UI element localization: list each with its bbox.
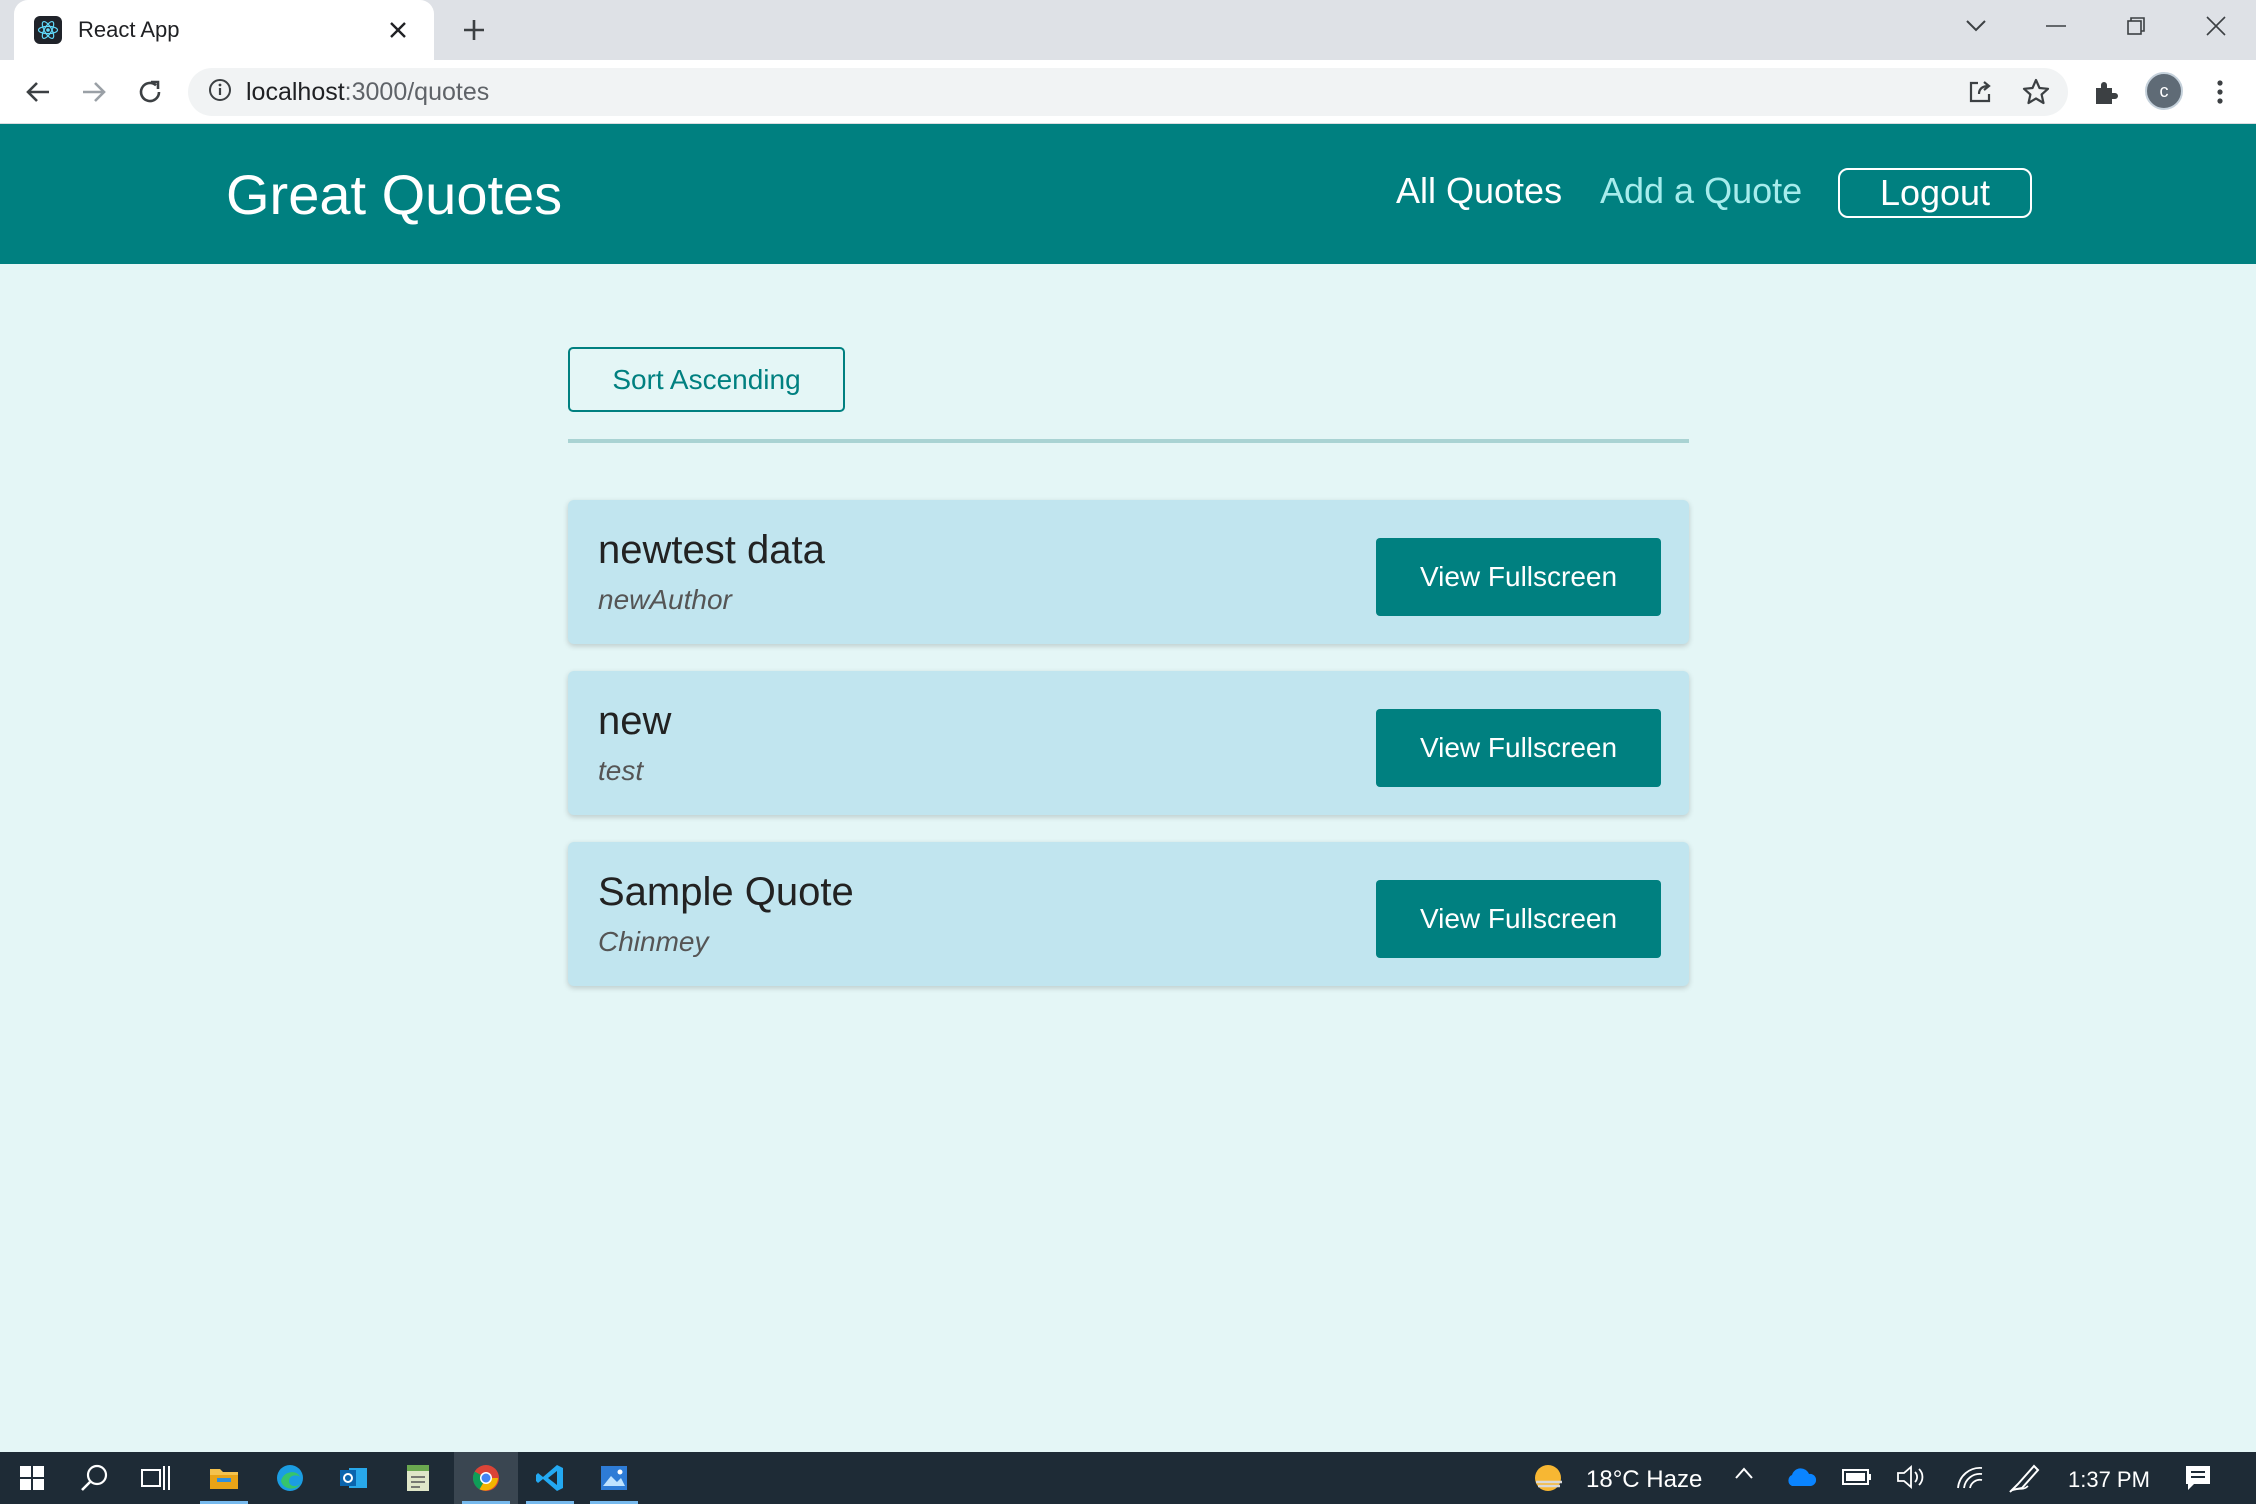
url-text: localhost:3000/quotes bbox=[246, 77, 490, 106]
divider bbox=[568, 439, 1689, 443]
app-logo: Great Quotes bbox=[226, 163, 563, 226]
react-logo-icon bbox=[34, 16, 62, 44]
photos-icon[interactable] bbox=[582, 1452, 646, 1504]
volume-icon[interactable] bbox=[1896, 1464, 1926, 1495]
quote-text: Sample Quote bbox=[598, 870, 854, 914]
vscode-icon[interactable] bbox=[518, 1452, 582, 1504]
reload-icon[interactable] bbox=[130, 72, 170, 112]
browser-tab[interactable]: React App bbox=[14, 0, 434, 60]
tab-search-icon[interactable] bbox=[1940, 0, 2012, 52]
onedrive-icon[interactable] bbox=[1784, 1466, 1818, 1493]
quote-card: newtest data newAuthor View Fullscreen bbox=[568, 500, 1689, 644]
address-bar[interactable]: localhost:3000/quotes bbox=[188, 68, 2068, 116]
menu-kebab-icon[interactable] bbox=[2200, 72, 2240, 112]
clock-time[interactable]: 1:37 PM bbox=[2068, 1467, 2150, 1493]
quote-author: Chinmey bbox=[598, 926, 709, 957]
task-view-icon[interactable] bbox=[124, 1452, 188, 1504]
forward-arrow-icon[interactable] bbox=[74, 72, 114, 112]
logout-button[interactable]: Logout bbox=[1838, 168, 2032, 218]
sort-ascending-button[interactable]: Sort Ascending bbox=[568, 347, 845, 412]
tab-close-icon[interactable] bbox=[382, 14, 414, 46]
nav-all-quotes-link[interactable]: All Quotes bbox=[1396, 170, 1562, 212]
notifications-icon[interactable] bbox=[2184, 1464, 2212, 1497]
windows-start-icon[interactable] bbox=[0, 1452, 64, 1504]
outlook-icon[interactable] bbox=[322, 1452, 386, 1504]
new-tab-button[interactable] bbox=[454, 10, 494, 50]
search-icon[interactable] bbox=[62, 1452, 126, 1504]
weather-text[interactable]: 18°C Haze bbox=[1586, 1466, 1702, 1494]
quote-text: new bbox=[598, 699, 672, 743]
taskbar: 18°C Haze 1:37 PM bbox=[0, 1452, 2256, 1504]
browser-toolbar: localhost:3000/quotes bbox=[0, 60, 2256, 124]
extensions-icon[interactable] bbox=[2086, 72, 2126, 112]
browser-tabstrip: React App bbox=[0, 0, 2256, 60]
notepad-app-icon[interactable] bbox=[386, 1452, 450, 1504]
view-fullscreen-button[interactable]: View Fullscreen bbox=[1376, 880, 1661, 958]
tray-chevron-up-icon[interactable] bbox=[1734, 1466, 1754, 1485]
quote-card: new test View Fullscreen bbox=[568, 671, 1689, 815]
weather-icon[interactable] bbox=[1532, 1462, 1566, 1499]
edge-browser-icon[interactable] bbox=[258, 1452, 322, 1504]
profile-avatar[interactable]: c bbox=[2145, 72, 2183, 110]
back-arrow-icon[interactable] bbox=[18, 72, 58, 112]
quote-text: newtest data bbox=[598, 528, 825, 572]
nav-add-quote-link[interactable]: Add a Quote bbox=[1600, 170, 1802, 212]
quote-author: test bbox=[598, 755, 644, 786]
pen-icon[interactable] bbox=[2008, 1462, 2042, 1499]
battery-icon[interactable] bbox=[1842, 1468, 1872, 1491]
site-info-icon[interactable] bbox=[208, 78, 232, 107]
quote-author: newAuthor bbox=[598, 584, 732, 615]
view-fullscreen-button[interactable]: View Fullscreen bbox=[1376, 538, 1661, 616]
minimize-icon[interactable] bbox=[2020, 0, 2092, 52]
file-explorer-icon[interactable] bbox=[192, 1452, 256, 1504]
chrome-icon[interactable] bbox=[454, 1452, 518, 1504]
bookmark-star-icon[interactable] bbox=[2016, 72, 2056, 112]
close-window-icon[interactable] bbox=[2180, 0, 2252, 52]
network-icon[interactable] bbox=[1956, 1464, 1984, 1495]
tab-title: React App bbox=[78, 17, 180, 42]
restore-icon[interactable] bbox=[2100, 0, 2172, 52]
quote-card: Sample Quote Chinmey View Fullscreen bbox=[568, 842, 1689, 986]
share-icon[interactable] bbox=[1960, 72, 2000, 112]
app-header: Great Quotes All Quotes Add a Quote Logo… bbox=[0, 124, 2256, 264]
view-fullscreen-button[interactable]: View Fullscreen bbox=[1376, 709, 1661, 787]
